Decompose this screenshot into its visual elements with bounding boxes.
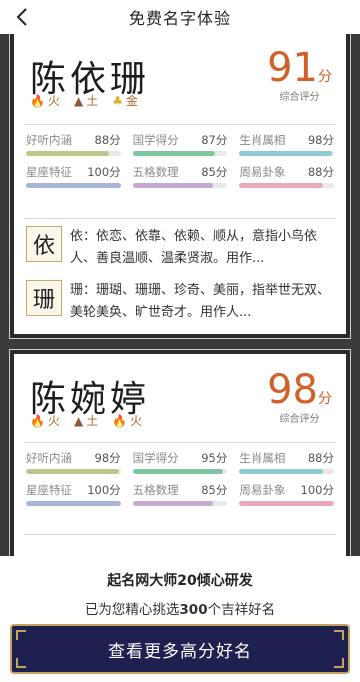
fire-icon: 🔥 (112, 413, 128, 428)
corner-ornament (16, 658, 26, 668)
metric-bar (132, 501, 228, 506)
promo-count: 300 (179, 602, 208, 618)
metric-item: 生肖属相 98分 (239, 132, 334, 156)
char-meaning: 珊：珊瑚、珊珊、珍奇、美丽，指举世无双、美轮美奂、旷世奇才。用作人... (70, 283, 331, 320)
name-card[interactable]: 陈婉婷 🔥 火 ▲ 土 🔥 火 98分 综合评分 好听内涵 98分 国学得分 95分 生肖… (9, 349, 351, 556)
metric-bar-fill (239, 183, 323, 188)
five-elements: 🔥 火 ▲ 土 🔥 火 (30, 412, 142, 429)
metric-bar (132, 469, 228, 474)
metric-bar (26, 151, 121, 156)
metric-item: 国学得分 87分 (132, 132, 228, 156)
metric-bar (239, 469, 334, 474)
five-elements: 🔥 火 ▲ 土 ♣ 金 (30, 92, 138, 109)
score-value: 91 (267, 45, 318, 91)
name-list[interactable]: 陈依珊 🔥 火 ▲ 土 ♣ 金 91分 综合评分 好听内涵 88分 国学得分 87分 生肖… (0, 34, 360, 556)
mountain-icon: ▲ (73, 413, 84, 428)
element-tag: ♣ 金 (112, 93, 138, 108)
score-unit: 分 (318, 69, 332, 85)
divider (24, 218, 336, 219)
metric-bar-fill (132, 501, 214, 506)
metric-item: 好听内涵 88分 (26, 132, 121, 156)
divider (24, 534, 336, 535)
element-tag: 🔥 火 (112, 413, 143, 428)
corner-ornament (334, 658, 344, 668)
metric-bar-fill (132, 183, 214, 188)
metric-bar (26, 501, 121, 506)
metric-bar (26, 469, 121, 474)
score-unit: 分 (318, 391, 332, 407)
chevron-left-icon (16, 8, 27, 26)
metric-bar-fill (26, 183, 121, 188)
metric-bar-fill (26, 151, 110, 156)
fire-icon: 🔥 (30, 413, 45, 428)
metric-bar-fill (132, 469, 223, 474)
metric-bar (239, 151, 334, 156)
element-tag: 🔥 火 (30, 93, 60, 108)
view-more-label: 查看更多高分好名 (108, 641, 252, 662)
promo-headline: 起名网大师20倾心研发 (107, 573, 253, 589)
metric-bar (132, 183, 228, 188)
char-explanation: 珊 珊：珊瑚、珊珊、珍奇、美丽，指举世无双、美轮美奂、旷世奇才。用作人... (26, 280, 334, 324)
metric-bar (132, 151, 228, 156)
metric-bar (239, 183, 334, 188)
divider (24, 124, 336, 125)
metric-item: 星座特征 100分 (26, 482, 121, 506)
char-meaning: 依：依恋、依靠、依赖、顺从，意指小鸟依人、善良温顺、温柔贤淑。用作... (70, 229, 318, 266)
top-bar: 免费名字体验 (0, 0, 360, 34)
metric-item: 五格数理 85分 (132, 482, 228, 506)
corner-ornament (334, 630, 344, 640)
metric-item: 周易卦象 88分 (239, 164, 334, 188)
divider (24, 442, 336, 443)
page-title: 免费名字体验 (128, 9, 231, 28)
total-score: 98分 综合评分 (267, 368, 332, 425)
char-explanation: 依 依：依恋、依靠、依赖、顺从，意指小鸟依人、善良温顺、温柔贤淑。用作... (26, 226, 334, 270)
metric-bar (26, 183, 121, 188)
promo-section: 起名网大师20倾心研发 已为您精心挑选300个吉祥好名 查看更多高分好名 (0, 556, 360, 682)
gold-icon: ♣ (112, 93, 123, 108)
name-card[interactable]: 陈依珊 🔥 火 ▲ 土 ♣ 金 91分 综合评分 好听内涵 88分 国学得分 87分 生肖… (9, 34, 351, 339)
total-score: 91分 综合评分 (267, 46, 332, 103)
metric-bar-fill (239, 469, 323, 474)
fire-icon: 🔥 (30, 93, 45, 108)
score-value: 98 (267, 367, 318, 413)
element-tag: ▲ 土 (73, 413, 99, 428)
metric-bar-fill (239, 151, 333, 156)
metric-bar-fill (132, 151, 216, 156)
char-badge: 依 (26, 226, 62, 262)
metric-item: 国学得分 95分 (132, 450, 228, 474)
back-button[interactable] (10, 5, 34, 29)
metric-item: 星座特征 100分 (26, 164, 121, 188)
metrics-grid: 好听内涵 88分 国学得分 87分 生肖属相 98分 星座特征 100分 五格数理 85分… (26, 132, 334, 188)
metric-item: 好听内涵 98分 (26, 450, 121, 474)
element-tag: ▲ 土 (73, 93, 99, 108)
char-badge: 珊 (26, 280, 62, 316)
metric-item: 生肖属相 88分 (239, 450, 334, 474)
element-tag: 🔥 火 (30, 413, 60, 428)
metric-item: 周易卦象 100分 (239, 482, 334, 506)
metrics-grid: 好听内涵 98分 国学得分 95分 生肖属相 88分 星座特征 100分 五格数理 85分… (26, 450, 334, 506)
mountain-icon: ▲ (73, 93, 84, 108)
view-more-button[interactable]: 查看更多高分好名 (10, 624, 350, 674)
metric-bar-fill (239, 501, 334, 506)
promo-subline: 已为您精心挑选300个吉祥好名 (84, 602, 276, 618)
corner-ornament (16, 630, 26, 640)
metric-bar-fill (26, 469, 119, 474)
metric-bar (239, 501, 334, 506)
metric-item: 五格数理 85分 (132, 164, 228, 188)
metric-bar-fill (26, 501, 121, 506)
